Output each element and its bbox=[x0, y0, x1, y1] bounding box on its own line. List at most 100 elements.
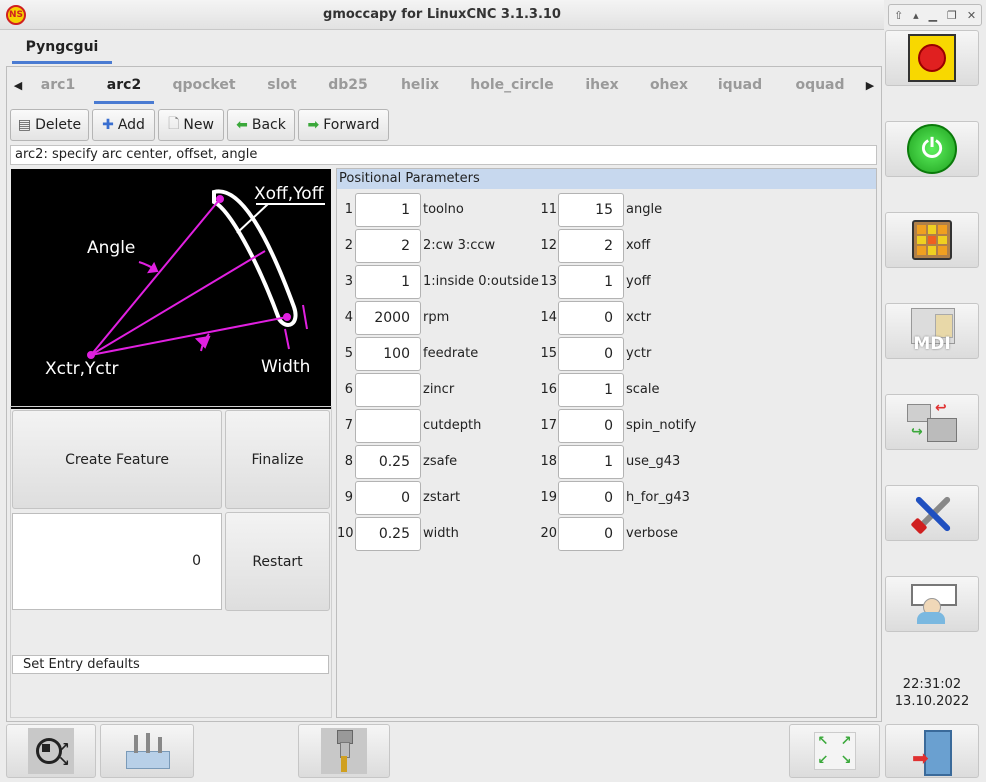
scroll-right-icon[interactable]: ▶ bbox=[860, 68, 880, 104]
user-tabs-button[interactable] bbox=[885, 576, 979, 632]
finalize-button[interactable]: Finalize bbox=[225, 410, 330, 509]
status-line: Set Entry defaults bbox=[12, 655, 329, 674]
param-value-input[interactable] bbox=[355, 409, 421, 443]
forward-arrow-icon: ➡ bbox=[307, 117, 320, 133]
param-label: h_for_g43 bbox=[626, 490, 690, 505]
fullscreen-button[interactable]: ↖ ↗ ↙ ↘ bbox=[789, 724, 880, 778]
param-value-input[interactable]: 0 bbox=[558, 337, 624, 371]
minimize-icon[interactable]: ▁ bbox=[929, 9, 937, 22]
back-button[interactable]: ⬅ Back bbox=[227, 109, 295, 141]
param-row: 9 0 zstart bbox=[337, 481, 537, 515]
machine-power-button[interactable]: ⏻ bbox=[885, 121, 979, 177]
mdi-mode-button[interactable]: MDI bbox=[885, 303, 979, 359]
param-value-input[interactable]: 1 bbox=[558, 445, 624, 479]
param-number: 3 bbox=[344, 274, 353, 289]
param-number: 18 bbox=[540, 454, 557, 469]
jog-keypad-icon bbox=[912, 220, 952, 260]
tab-iquad[interactable]: iquad bbox=[708, 68, 772, 104]
param-label: 2:cw 3:ccw bbox=[423, 238, 496, 253]
user-tab-icon bbox=[909, 582, 957, 626]
param-value-input[interactable]: 0 bbox=[558, 301, 624, 335]
angle-line-middle bbox=[90, 250, 266, 356]
create-feature-button[interactable]: Create Feature bbox=[12, 410, 222, 509]
feature-description: arc2: specify arc center, offset, angle bbox=[10, 145, 877, 165]
param-value-input[interactable]: 2 bbox=[558, 229, 624, 263]
param-value-input[interactable]: 1 bbox=[355, 265, 421, 299]
param-label: 1:inside 0:outside bbox=[423, 274, 539, 289]
tool-setter-button[interactable] bbox=[100, 724, 194, 778]
param-number: 10 bbox=[337, 526, 354, 541]
param-row: 20 0 verbose bbox=[539, 517, 739, 551]
param-label: xoff bbox=[626, 238, 651, 253]
subtab-bar: ◀ arc1 arc2 qpocket slot db25 helix hole… bbox=[8, 68, 880, 104]
tab-arc1[interactable]: arc1 bbox=[30, 68, 86, 104]
tab-qpocket[interactable]: qpocket bbox=[164, 68, 244, 104]
arc2-diagram: Xoff,Yoff Angle Xctr,Yctr Width bbox=[11, 169, 331, 409]
close-icon[interactable]: ✕ bbox=[967, 9, 976, 22]
positional-parameters-panel: Positional Parameters 1 1 toolno 2 2 2:cw 3:c… bbox=[336, 168, 877, 718]
tab-helix[interactable]: helix bbox=[390, 68, 450, 104]
tool-button[interactable] bbox=[298, 724, 390, 778]
param-value-input[interactable]: 100 bbox=[355, 337, 421, 371]
param-row: 14 0 xctr bbox=[539, 301, 739, 335]
new-document-icon: 🗋 bbox=[168, 116, 180, 132]
param-value-input[interactable]: 0.25 bbox=[355, 445, 421, 479]
restart-button[interactable]: Restart bbox=[225, 512, 330, 611]
tab-arc2[interactable]: arc2 bbox=[94, 68, 154, 104]
param-row: 6 zincr bbox=[337, 373, 537, 407]
param-value-input[interactable]: 0 bbox=[558, 481, 624, 515]
power-icon: ⏻ bbox=[907, 124, 957, 174]
param-value-input[interactable]: 0.25 bbox=[355, 517, 421, 551]
emergency-stop-button[interactable] bbox=[885, 30, 979, 86]
tools-icon bbox=[910, 491, 954, 535]
clock-time: 22:31:02 bbox=[902, 677, 962, 692]
restore-icon[interactable]: ❐ bbox=[947, 9, 957, 22]
param-label: yoff bbox=[626, 274, 651, 289]
auto-mode-button[interactable]: ↪ ↩ bbox=[885, 394, 979, 450]
tab-oquad[interactable]: oquad bbox=[786, 68, 854, 104]
arc2-diagram-svg: Xoff,Yoff Angle Xctr,Yctr Width bbox=[45, 184, 325, 379]
ref-all-button[interactable]: ↗ ↘ bbox=[6, 724, 96, 778]
param-number: 14 bbox=[540, 310, 557, 325]
tab-ohex[interactable]: ohex bbox=[640, 68, 698, 104]
param-row: 3 1 1:inside 0:outside bbox=[337, 265, 539, 299]
param-value-input[interactable]: 1 bbox=[558, 373, 624, 407]
param-value-input[interactable]: 0 bbox=[558, 517, 624, 551]
width-mark-2 bbox=[284, 328, 290, 350]
new-button[interactable]: 🗋 New bbox=[158, 109, 224, 141]
cnc-machine-icon: ↪ ↩ bbox=[907, 400, 957, 444]
tab-slot[interactable]: slot bbox=[256, 68, 308, 104]
delete-button[interactable]: ▤ Delete bbox=[10, 109, 89, 141]
param-number: 6 bbox=[344, 382, 353, 397]
param-row: 7 cutdepth bbox=[337, 409, 537, 443]
exit-button[interactable]: ➡ bbox=[885, 724, 979, 778]
param-value-input[interactable]: 1 bbox=[355, 193, 421, 227]
clock: 22:31:02 13.10.2022 bbox=[885, 676, 979, 710]
maximize-up-icon[interactable]: ▴ bbox=[913, 9, 919, 22]
param-value-input[interactable]: 2 bbox=[355, 229, 421, 263]
tab-ihex[interactable]: ihex bbox=[574, 68, 630, 104]
keep-above-icon[interactable]: ⇧ bbox=[894, 9, 903, 22]
param-row: 2 2 2:cw 3:ccw bbox=[337, 229, 537, 263]
angle-line-top bbox=[90, 198, 221, 356]
scroll-left-icon[interactable]: ◀ bbox=[8, 68, 28, 104]
tab-db25[interactable]: db25 bbox=[320, 68, 376, 104]
param-row: 18 1 use_g43 bbox=[539, 445, 739, 479]
param-value-input[interactable] bbox=[355, 373, 421, 407]
param-value-input[interactable]: 0 bbox=[558, 409, 624, 443]
param-value-input[interactable]: 15 bbox=[558, 193, 624, 227]
param-label: yctr bbox=[626, 346, 652, 361]
add-button[interactable]: ✚ Add bbox=[92, 109, 155, 141]
param-value-input[interactable]: 2000 bbox=[355, 301, 421, 335]
width-arrowhead bbox=[194, 335, 211, 349]
param-value-input[interactable]: 1 bbox=[558, 265, 624, 299]
param-value-input[interactable]: 0 bbox=[355, 481, 421, 515]
settings-button[interactable] bbox=[885, 485, 979, 541]
manual-mode-button[interactable] bbox=[885, 212, 979, 268]
tab-hole-circle[interactable]: hole_circle bbox=[464, 68, 560, 104]
center-point bbox=[87, 351, 95, 359]
forward-button[interactable]: ➡ Forward bbox=[298, 109, 389, 141]
param-number: 2 bbox=[344, 238, 353, 253]
param-label: cutdepth bbox=[423, 418, 482, 433]
tab-pyngcgui[interactable]: Pyngcgui bbox=[12, 34, 112, 64]
